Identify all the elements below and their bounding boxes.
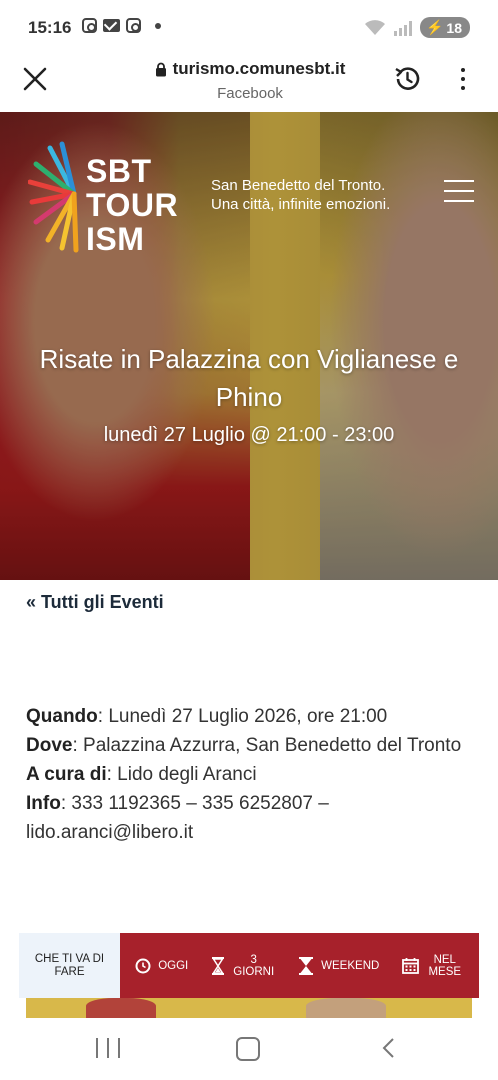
filter-month-button[interactable]: NEL MESE [401,954,464,978]
close-icon[interactable] [22,66,48,92]
system-navigation-bar [0,1018,498,1080]
url-area[interactable]: turismo.comunesbt.it Facebook [110,59,390,102]
history-icon[interactable] [392,64,422,94]
hamburger-icon[interactable] [444,180,474,202]
site-logo[interactable]: SBT TOUR ISM [28,138,203,268]
logo-rays-icon [28,141,79,253]
logo-text: SBT TOUR ISM [86,153,179,257]
system-indicators: ⚡ 18 [364,17,470,38]
status-bar: 15:16 ⚡ 18 [0,0,498,56]
event-details: Quando: Lunedì 27 Luglio 2026, ore 21:00… [26,702,476,847]
detail-curator: A cura di: Lido degli Aranci [26,764,257,785]
notification-icons [82,18,161,33]
mail-icon [103,19,120,32]
recents-icon[interactable] [96,1038,120,1058]
filter-bar-title: CHE TI VA DI FARE [19,933,120,998]
wifi-icon [364,19,386,37]
clock-icon [135,958,151,973]
filter-3-days-button[interactable]: 3 GIORNI [211,954,276,978]
site-tagline: San Benedetto del Tronto. Una città, inf… [211,177,391,213]
back-to-events-link[interactable]: « Tutti gli Eventi [26,592,164,613]
signal-icon [393,20,412,36]
battery-level: 18 [446,19,462,36]
battery-indicator: ⚡ 18 [419,17,470,38]
event-filter-bar: CHE TI VA DI FARE OGGI 3 GIORNI WEEKEND [19,933,479,998]
hourglass-icon [211,956,224,975]
home-icon[interactable] [236,1037,260,1061]
instagram-icon [126,18,141,33]
back-icon[interactable] [378,1036,402,1060]
dot-icon [155,22,161,29]
hero-banner: SBT TOUR ISM San Benedetto del Tronto. U… [0,112,498,580]
event-title: Risate in Palazzina con Viglianese e Phi… [39,344,459,412]
instagram-icon [82,18,97,33]
calendar-icon [401,958,419,974]
next-image-preview [26,998,472,1018]
filter-weekend-button[interactable]: WEEKEND [298,956,379,975]
bolt-icon: ⚡ [425,19,444,35]
status-time: 15:16 [28,18,72,37]
lock-icon [155,62,166,76]
event-datetime: lunedì 27 Luglio @ 21:00 - 23:00 [103,424,395,446]
more-icon[interactable] [458,68,468,90]
detail-where: Dove: Palazzina Azzurra, San Benedetto d… [26,735,462,756]
detail-info: Info: 333 1192365 – 335 6252807 – lido.a… [26,793,329,843]
detail-when: Quando: Lunedì 27 Luglio 2026, ore 21:00 [26,706,388,727]
hourglass-icon [299,956,314,975]
browser-source: Facebook [217,85,283,102]
filter-today-button[interactable]: OGGI [135,958,188,974]
url-text: turismo.comunesbt.it [172,59,346,78]
browser-toolbar: turismo.comunesbt.it Facebook [0,56,498,110]
